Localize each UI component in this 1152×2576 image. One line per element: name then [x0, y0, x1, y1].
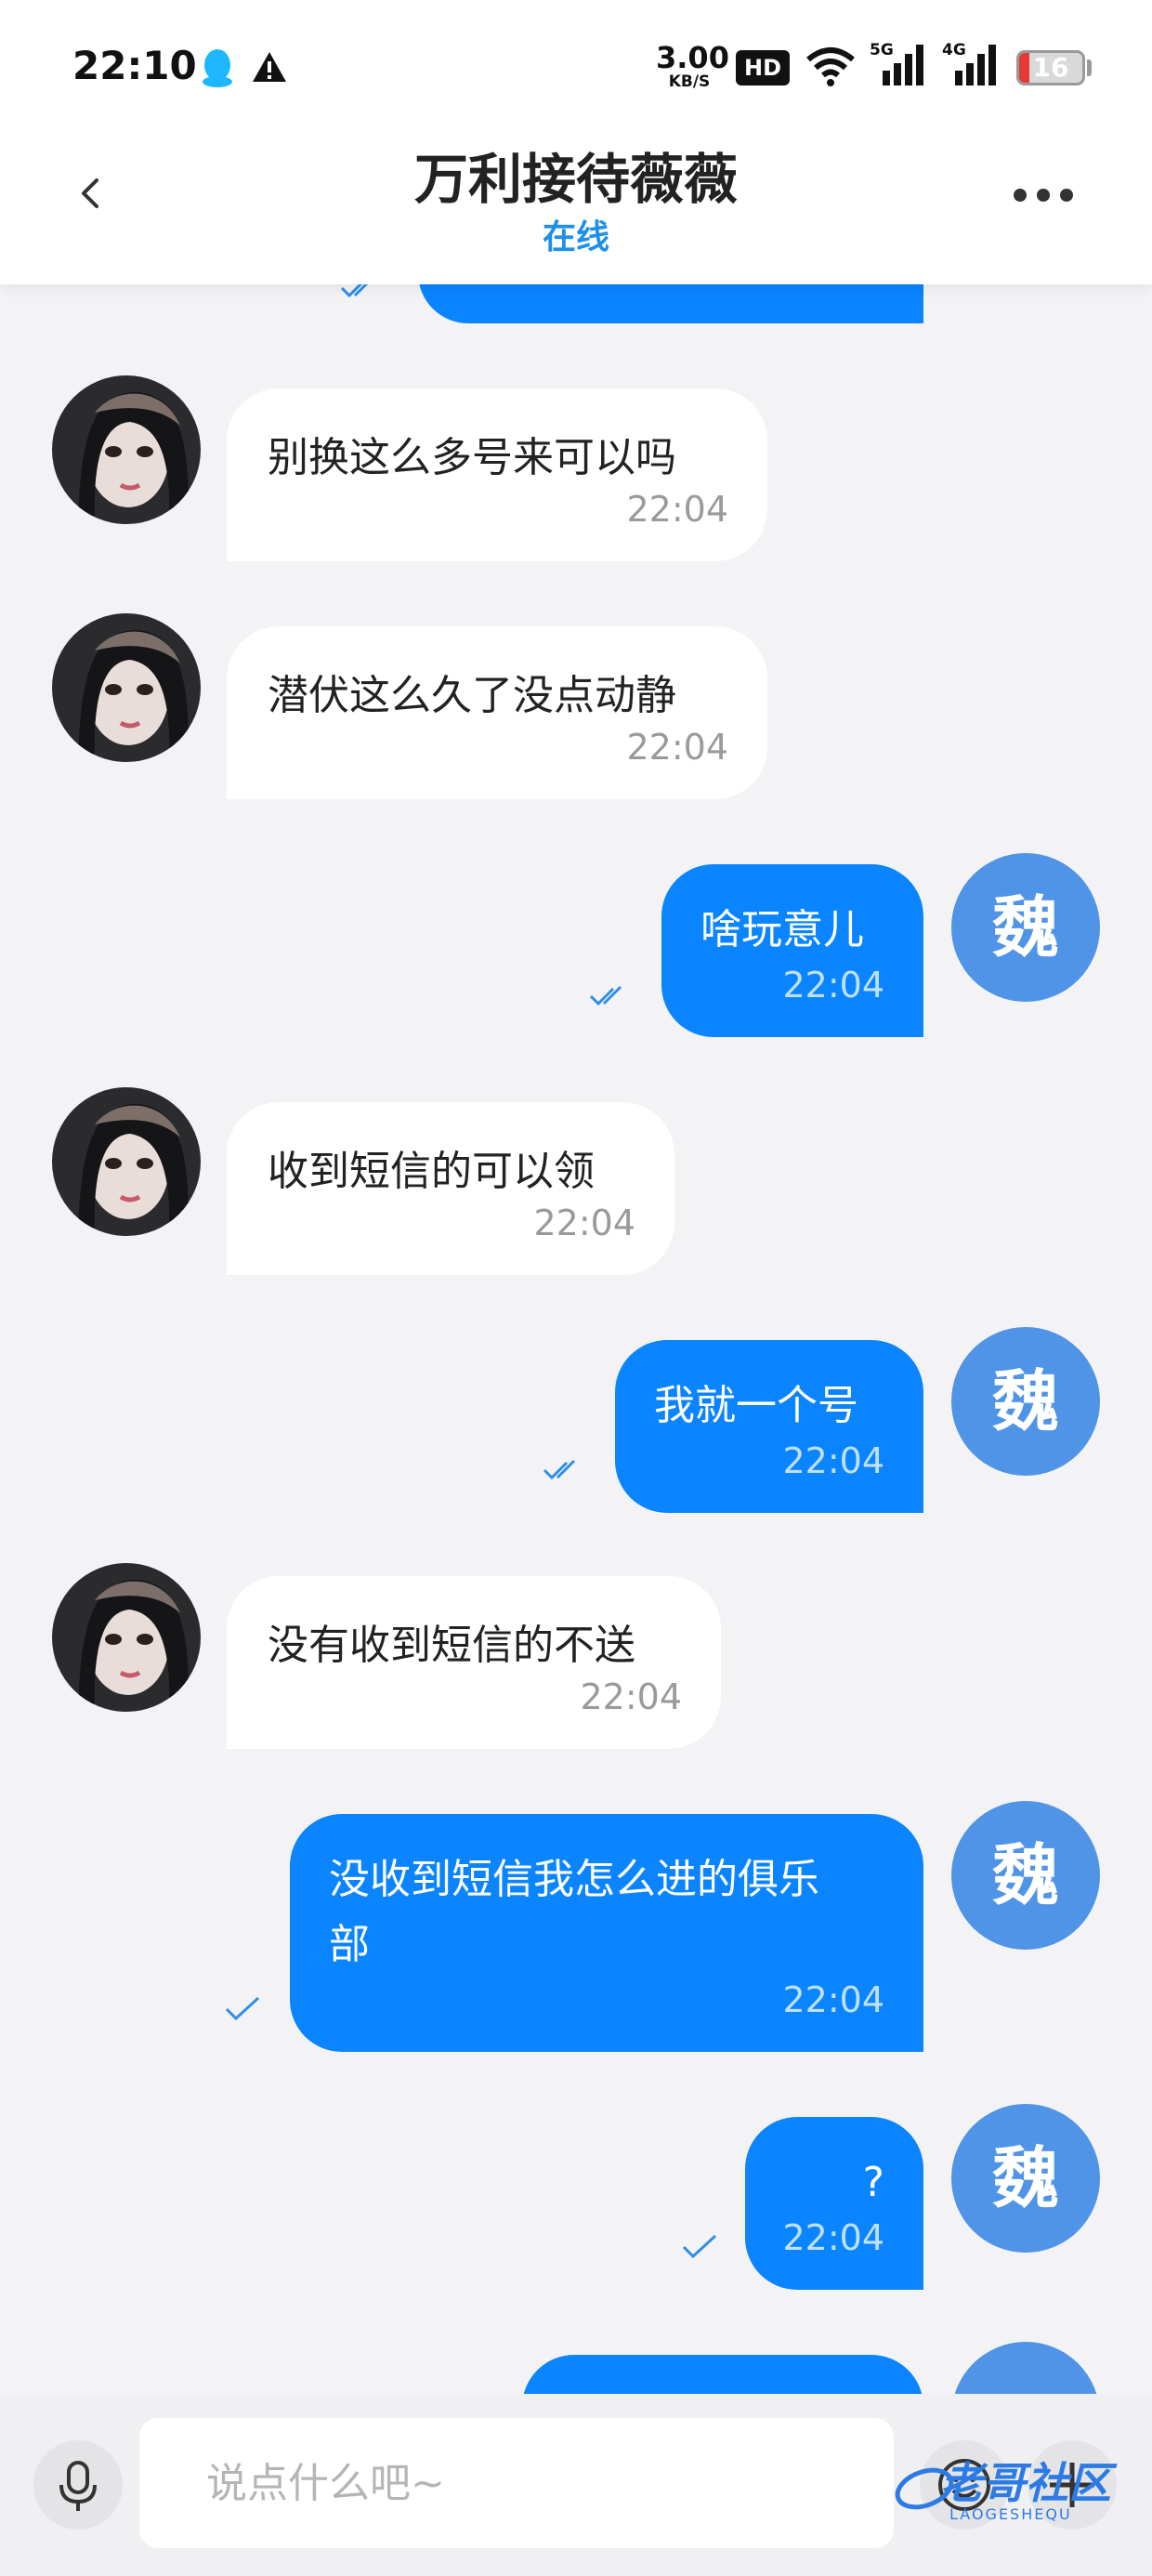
read-receipt-icon	[543, 1459, 576, 1480]
message-bubble[interactable]: 我就一个号 22:04	[615, 1340, 923, 1513]
network-speed: 3.00 KB/S	[656, 40, 729, 91]
message-bubble[interactable]: 没收到短信我怎么进的俱乐 部 22:04	[290, 1814, 923, 2052]
voice-button[interactable]	[33, 2440, 123, 2530]
message-text: 没有收到短信的不送	[268, 1622, 635, 1669]
message-text: 收到短信的可以领	[268, 1148, 595, 1195]
message-time: 22:04	[782, 1440, 884, 1481]
more-options-icon[interactable]	[1011, 186, 1076, 204]
message-text: 潜伏这么久了没点动静	[268, 672, 676, 719]
message-time: 22:04	[782, 2217, 884, 2258]
qq-icon	[203, 49, 232, 87]
signal-icon: 5G	[870, 41, 925, 87]
message-text: 别换这么多号来可以吗	[268, 434, 676, 481]
my-avatar[interactable]: 魏	[951, 1327, 1100, 1476]
battery-icon: 16	[1016, 50, 1085, 85]
status-time: 22:10	[72, 43, 197, 88]
watermark-logo: 老哥社区 LAOGESHEQU	[892, 2442, 1133, 2544]
presence-status: 在线	[542, 218, 609, 256]
message-text: 我就一个号	[654, 1382, 858, 1429]
contact-avatar[interactable]	[52, 375, 201, 524]
message-time: 22:04	[533, 1203, 635, 1243]
my-avatar[interactable]: 魏	[951, 853, 1100, 1002]
message-time: 22:04	[626, 489, 728, 530]
message-time: 22:04	[782, 965, 884, 1005]
contact-avatar[interactable]	[52, 1563, 201, 1712]
message-text: 没收到短信我怎么进的俱乐 部	[329, 1856, 819, 1968]
my-avatar[interactable]: 魏	[951, 2104, 1100, 2253]
message-time: 22:04	[580, 1676, 682, 1717]
top-bar: 22:10 3.00 KB/S HD 1 2 5G 4G 16 万利接待薇薇 在…	[0, 0, 1152, 284]
message-bubble[interactable]: 收到短信的可以领 22:04	[227, 1102, 674, 1275]
chat-screen: 别换这么多号来可以吗 22:04 潜伏这么久了没点动静 22:04 啥玩意儿 2…	[0, 0, 1152, 2576]
my-avatar[interactable]: 魏	[951, 1801, 1100, 1950]
chat-title: 万利接待薇薇	[413, 148, 738, 211]
message-bubble[interactable]: 潜伏这么久了没点动静 22:04	[227, 626, 767, 799]
sent-check-icon	[682, 2234, 717, 2259]
status-bar: 22:10 3.00 KB/S HD 1 2 5G 4G 16	[0, 0, 1152, 130]
hd-sub: 1 2	[780, 48, 792, 85]
sent-check-icon	[225, 1996, 260, 2021]
message-time: 22:04	[782, 1979, 884, 2020]
message-bubble[interactable]: 没有收到短信的不送 22:04	[227, 1576, 721, 1749]
message-time: 22:04	[626, 727, 728, 768]
message-bubble[interactable]: 别换这么多号来可以吗 22:04	[227, 388, 767, 561]
warning-icon	[253, 52, 286, 82]
battery-nub	[1087, 59, 1092, 76]
wifi-icon	[806, 47, 855, 86]
contact-avatar[interactable]	[52, 613, 201, 762]
message-text: ?	[862, 2159, 884, 2206]
message-text: 啥玩意儿	[700, 906, 864, 953]
microphone-icon	[59, 2461, 97, 2511]
read-receipt-icon	[589, 985, 622, 1006]
message-list[interactable]: 别换这么多号来可以吗 22:04 潜伏这么久了没点动静 22:04 啥玩意儿 2…	[0, 0, 1152, 2491]
message-input[interactable]	[139, 2418, 894, 2548]
message-bubble[interactable]: 啥玩意儿 22:04	[661, 864, 923, 1037]
signal-icon: 4G	[942, 41, 998, 87]
message-bubble[interactable]: ? 22:04	[745, 2117, 923, 2290]
contact-avatar[interactable]	[52, 1087, 201, 1236]
